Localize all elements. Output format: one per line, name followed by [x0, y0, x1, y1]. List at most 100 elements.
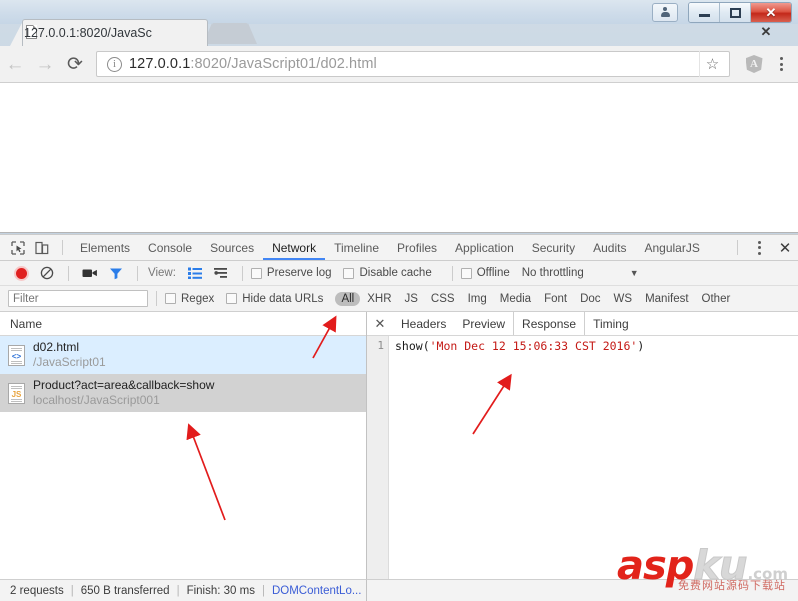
devtools-tab-elements[interactable]: Elements — [71, 235, 139, 260]
reload-button[interactable]: ⟳ — [60, 49, 90, 79]
site-info-icon[interactable]: i — [107, 56, 122, 72]
star-icon: ☆ — [705, 55, 720, 73]
devtools-tab-angularjs[interactable]: AngularJS — [635, 235, 708, 260]
type-filter-js[interactable]: JS — [399, 292, 424, 306]
tab-strip: 127.0.0.1:8020/JavaScri ✕ — [0, 19, 798, 46]
type-filter-css[interactable]: CSS — [425, 292, 461, 306]
devtools-tab-audits[interactable]: Audits — [584, 235, 635, 260]
status-domcontentloaded[interactable]: DOMContentLo... — [272, 585, 361, 597]
network-filter-bar: Regex Hide data URLs AllXHRJSCSSImgMedia… — [0, 286, 798, 312]
detail-tab-preview[interactable]: Preview — [454, 312, 513, 335]
status-bar-filler — [367, 579, 798, 601]
table-row[interactable]: <> d02.html/JavaScript01 — [0, 336, 366, 374]
tab-close-button[interactable]: ✕ — [758, 24, 774, 40]
chevron-down-icon[interactable]: ▼ — [630, 268, 639, 278]
status-finish: Finish: 30 ms — [186, 584, 255, 597]
status-bar-wrapper: 2 requests | 650 B transferred | Finish:… — [0, 579, 798, 601]
type-filter-media[interactable]: Media — [494, 292, 537, 306]
devtools-more-button[interactable] — [746, 234, 772, 262]
type-filter-img[interactable]: Img — [462, 292, 493, 306]
devtools-tab-network[interactable]: Network — [263, 235, 325, 260]
type-filter-all[interactable]: All — [335, 291, 361, 306]
kebab-dot-icon — [757, 251, 761, 255]
waterfall-view-icon — [213, 268, 227, 278]
bookmark-button[interactable]: ☆ — [699, 51, 725, 77]
kebab-dot-icon — [779, 62, 783, 66]
devtools-tab-bar: Elements Console Sources Network Timeline Pro… — [0, 235, 798, 261]
url-host: 127.0.0.1 — [129, 56, 191, 72]
chrome-menu-button[interactable] — [768, 50, 794, 78]
devtools-tab-console[interactable]: Console — [139, 235, 201, 260]
divider — [156, 291, 157, 306]
maximize-icon — [729, 7, 741, 18]
devtools-tab-application[interactable]: Application — [446, 235, 523, 260]
type-filter-manifest[interactable]: Manifest — [639, 292, 694, 306]
device-toolbar-icon — [35, 241, 49, 254]
request-list-header: Name — [0, 312, 366, 336]
file-type-badge: <> — [11, 351, 22, 361]
devtools-tab-profiles[interactable]: Profiles — [388, 235, 446, 260]
file-type-badge: JS — [11, 389, 22, 399]
request-detail-panel: ✕ Headers Preview Response Timing 1 show('M… — [367, 312, 798, 579]
record-button[interactable] — [8, 261, 34, 285]
offline-checkbox[interactable]: Offline — [460, 267, 510, 279]
type-filter-other[interactable]: Other — [696, 292, 737, 306]
record-icon — [15, 267, 27, 279]
preserve-log-checkbox[interactable]: Preserve log — [250, 267, 332, 279]
status-separator: | — [176, 584, 180, 597]
kebab-dot-icon — [779, 57, 783, 60]
devtools-tab-bar-right: ✕ — [729, 234, 798, 262]
response-code-line: show('Mon Dec 12 15:06:33 CST 2016') — [389, 336, 798, 579]
kebab-dot-icon — [779, 68, 783, 71]
throttling-value[interactable]: No throttling — [522, 267, 584, 279]
type-filter-xhr[interactable]: XHR — [361, 292, 397, 306]
view-label: View: — [148, 267, 176, 279]
table-row[interactable]: JS Product?act=area&callback=show localhos… — [0, 374, 366, 412]
offline-label: Offline — [476, 267, 510, 279]
forward-button[interactable]: → — [30, 49, 60, 79]
type-filter-font[interactable]: Font — [538, 292, 573, 306]
devtools-tab-timeline[interactable]: Timeline — [325, 235, 388, 260]
back-button[interactable]: ← — [0, 49, 30, 79]
status-separator: | — [70, 584, 74, 597]
network-split-view: Name <> d02.html/JavaScript01 JS Product?ac… — [0, 312, 798, 579]
type-filter-doc[interactable]: Doc — [574, 292, 606, 306]
filter-toggle-button[interactable] — [103, 261, 129, 285]
view-list-button[interactable] — [182, 261, 208, 285]
line-number-gutter: 1 — [367, 336, 389, 579]
address-bar[interactable]: i 127.0.0.1:8020/JavaScript01/d02.html ☆ — [96, 51, 730, 77]
status-transferred: 650 B transferred — [80, 584, 170, 597]
preserve-log-label: Preserve log — [266, 267, 332, 279]
clear-button[interactable] — [34, 261, 60, 285]
detail-tab-timing[interactable]: Timing — [585, 312, 637, 335]
inspect-element-button[interactable] — [6, 236, 30, 260]
network-control-bar: View: Preserve log Disable cache Offline… — [0, 261, 798, 286]
detail-close-button[interactable]: ✕ — [367, 312, 393, 336]
detail-tab-response[interactable]: Response — [513, 312, 586, 335]
reload-icon: ⟳ — [67, 53, 83, 75]
checkbox-box — [250, 267, 262, 279]
code-prefix: show( — [395, 339, 430, 353]
angularjs-extension-button[interactable]: A — [740, 50, 768, 78]
capture-screenshots-button[interactable] — [77, 261, 103, 285]
devtools-close-button[interactable]: ✕ — [772, 236, 798, 260]
devtools-tab-security[interactable]: Security — [523, 235, 584, 260]
type-filter-ws[interactable]: WS — [608, 292, 639, 306]
devtools-panel: Elements Console Sources Network Timeline Pro… — [0, 234, 798, 601]
checkbox-box — [226, 293, 238, 304]
view-waterfall-button[interactable] — [208, 261, 234, 285]
hide-data-urls-checkbox[interactable]: Hide data URLs — [226, 293, 323, 305]
close-icon: ✕ — [765, 5, 777, 20]
toggle-device-toolbar-button[interactable] — [30, 236, 54, 260]
devtools-tab-sources[interactable]: Sources — [201, 235, 263, 260]
checkbox-box — [460, 267, 472, 279]
url-path: :8020/JavaScript01/d02.html — [190, 56, 377, 72]
disable-cache-checkbox[interactable]: Disable cache — [343, 267, 432, 279]
address-bar-url: 127.0.0.1:8020/JavaScript01/d02.html — [129, 56, 377, 72]
forward-arrow-icon: → — [35, 53, 55, 75]
person-icon — [660, 7, 670, 18]
checkbox-box — [165, 293, 176, 304]
detail-tab-headers[interactable]: Headers — [393, 312, 454, 335]
regex-checkbox[interactable]: Regex — [165, 293, 214, 305]
filter-input[interactable] — [8, 290, 148, 307]
